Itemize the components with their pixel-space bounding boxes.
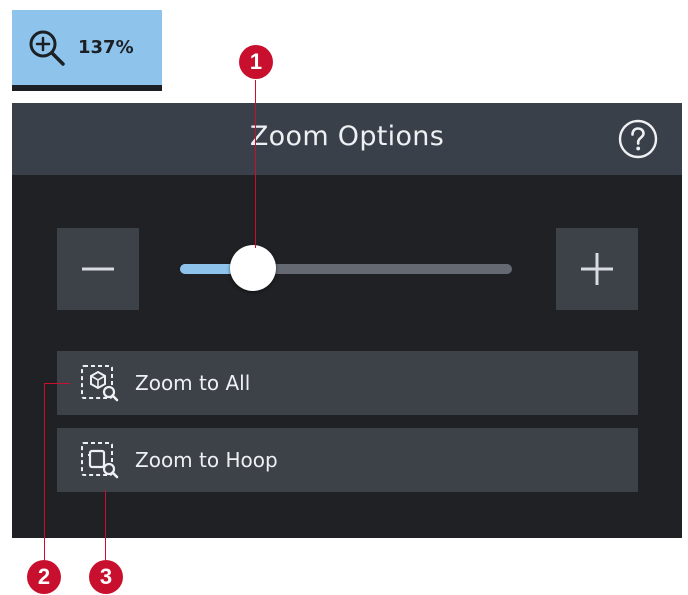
- callout-line-3: [105, 490, 106, 560]
- callout-badge-2: 2: [27, 560, 61, 594]
- panel-title: Zoom Options: [249, 121, 445, 152]
- zoom-indicator-button[interactable]: 137%: [12, 10, 162, 91]
- callout-line-1: [255, 80, 256, 248]
- panel-header: Zoom Options: [12, 103, 682, 175]
- callout-badge-3: 3: [89, 560, 123, 594]
- zoom-in-icon: [29, 30, 65, 66]
- zoom-options-panel: Zoom Options Zoom to All Zoom to Hoop: [12, 103, 682, 538]
- plus-icon: [581, 253, 613, 285]
- zoom-slider-thumb[interactable]: [230, 245, 277, 291]
- zoom-to-hoop-button[interactable]: Zoom to Hoop: [57, 428, 638, 492]
- help-icon[interactable]: [617, 118, 659, 160]
- zoom-in-button[interactable]: [556, 228, 638, 310]
- callout-line-2: [44, 383, 45, 560]
- zoom-to-hoop-icon: [81, 442, 119, 479]
- zoom-to-all-label: Zoom to All: [135, 371, 251, 395]
- minus-icon: [82, 267, 114, 271]
- callout-badge-1: 1: [239, 45, 273, 79]
- zoom-to-all-button[interactable]: Zoom to All: [57, 351, 638, 415]
- zoom-out-button[interactable]: [57, 228, 139, 310]
- callout-line-2-tick: [44, 383, 70, 384]
- zoom-to-hoop-label: Zoom to Hoop: [135, 448, 278, 472]
- zoom-to-all-icon: [81, 365, 119, 402]
- zoom-level-value: 137%: [78, 37, 134, 58]
